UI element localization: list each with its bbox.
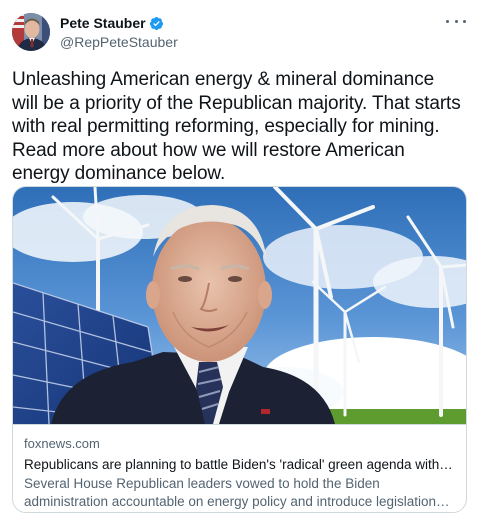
card-title[interactable]: Republicans are planning to battle Biden… bbox=[24, 455, 455, 474]
avatar-photo bbox=[12, 13, 50, 51]
card-description: Several House Republican leaders vowed t… bbox=[24, 476, 437, 509]
card-body: foxnews.com Republicans are planning to … bbox=[13, 424, 466, 511]
name-row: Pete Stauber bbox=[60, 15, 178, 32]
more-dot bbox=[463, 19, 466, 23]
card-domain: foxnews.com bbox=[24, 436, 100, 451]
author-name[interactable]: Pete Stauber bbox=[60, 15, 146, 32]
author-handle[interactable]: @RepPeteStauber bbox=[60, 33, 178, 51]
more-dot bbox=[454, 19, 458, 23]
more-options-icon[interactable] bbox=[446, 14, 466, 28]
card-image bbox=[13, 187, 466, 424]
verified-badge-icon bbox=[149, 16, 164, 31]
author-info: Pete Stauber @RepPeteStauber bbox=[60, 12, 178, 51]
avatar[interactable] bbox=[12, 13, 50, 51]
link-card[interactable]: foxnews.com Republicans are planning to … bbox=[12, 186, 467, 513]
tweet-header: Pete Stauber @RepPeteStauber bbox=[12, 12, 468, 60]
tweet-text: Unleashing American energy & mineral dom… bbox=[12, 69, 461, 184]
more-dot bbox=[446, 19, 449, 23]
tweet[interactable]: Pete Stauber @RepPeteStauber Unleashing … bbox=[0, 0, 480, 522]
